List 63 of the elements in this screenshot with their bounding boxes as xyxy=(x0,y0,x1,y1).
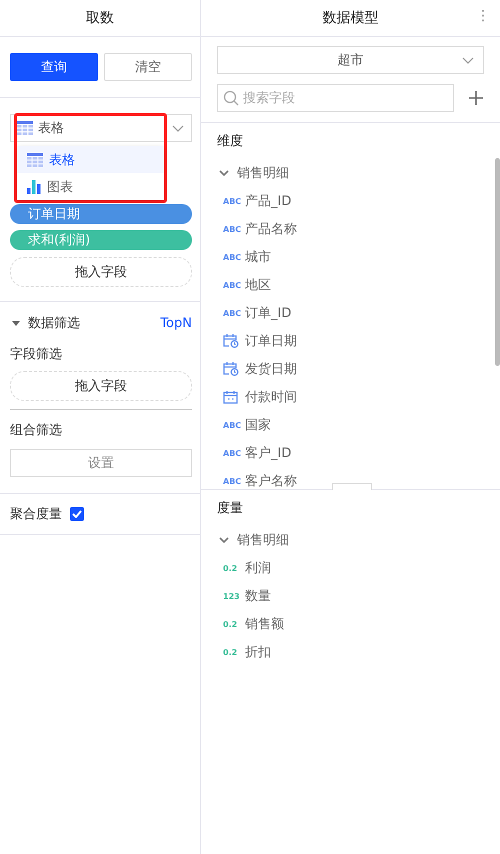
group-name[interactable]: 销售明细 xyxy=(237,531,289,549)
number-type-icon: 123 xyxy=(223,592,239,600)
section-title: 度量 xyxy=(216,500,244,518)
text-type-icon: ABC xyxy=(223,308,239,318)
drop-zone[interactable]: 拖入字段 xyxy=(10,257,192,287)
more-menu-button[interactable]: ⋮ xyxy=(476,8,490,24)
checkbox[interactable] xyxy=(70,507,84,521)
field-filter-label: 字段筛选 xyxy=(10,346,63,364)
section-title: 数据筛选 xyxy=(28,315,81,332)
search-field[interactable]: 搜索字段 xyxy=(217,84,454,112)
text-type-icon: ABC xyxy=(223,252,239,262)
text-type-icon: ABC xyxy=(223,476,239,486)
topn-link[interactable]: TopN xyxy=(160,316,192,330)
panel-title: 取数 xyxy=(0,0,200,37)
table-icon xyxy=(17,121,33,135)
field-pill[interactable]: 订单日期 xyxy=(10,204,192,224)
number-type-icon: 0.2 xyxy=(223,564,239,572)
field-name[interactable]: 数量 xyxy=(245,587,271,605)
text-type-icon: ABC xyxy=(223,448,239,458)
field-name[interactable]: 产品_ID xyxy=(245,192,292,210)
field-name[interactable]: 客户_ID xyxy=(245,444,292,462)
text-type-icon: ABC xyxy=(223,196,239,206)
calendar-clock-icon xyxy=(223,334,239,348)
text-type-icon: ABC xyxy=(223,224,239,234)
number-type-icon: 0.2 xyxy=(223,648,239,656)
number-type-icon: 0.2 xyxy=(223,620,239,628)
field-name[interactable]: 客户名称 xyxy=(245,472,297,489)
text-type-icon: ABC xyxy=(223,420,239,430)
chevron-down-icon[interactable] xyxy=(219,168,229,178)
field-name[interactable]: 地区 xyxy=(245,276,271,294)
field-name[interactable]: 城市 xyxy=(245,248,271,266)
chart-type-select[interactable]: 表格 xyxy=(10,114,192,142)
field-name[interactable]: 订单_ID xyxy=(245,304,292,322)
dropdown-option[interactable]: 表格 xyxy=(17,146,164,173)
calendar-clock-icon xyxy=(223,362,239,376)
field-name[interactable]: 利润 xyxy=(245,559,271,577)
query-button[interactable]: 查询 xyxy=(10,53,98,81)
group-name[interactable]: 销售明细 xyxy=(237,164,289,182)
model-select[interactable]: 超市 xyxy=(217,46,484,74)
clear-button[interactable]: 清空 xyxy=(104,53,192,81)
field-name[interactable]: 付款时间 xyxy=(245,388,297,406)
text-type-icon: ABC xyxy=(223,280,239,290)
field-name[interactable]: 国家 xyxy=(245,416,271,434)
panel-title: 数据模型 xyxy=(322,9,378,27)
setup-button[interactable]: 设置 xyxy=(10,449,192,477)
bar-chart-icon xyxy=(27,180,41,194)
aggregate-label: 聚合度量 xyxy=(10,506,62,523)
field-name[interactable]: 折扣 xyxy=(245,643,271,661)
resize-handle[interactable] xyxy=(332,483,372,490)
combo-filter-label: 组合筛选 xyxy=(10,422,63,440)
field-name[interactable]: 销售额 xyxy=(245,615,284,633)
field-name[interactable]: 订单日期 xyxy=(245,332,297,350)
collapse-triangle-icon[interactable] xyxy=(12,320,20,326)
section-title: 维度 xyxy=(216,133,244,151)
field-name[interactable]: 产品名称 xyxy=(245,220,297,238)
chevron-down-icon[interactable] xyxy=(219,535,229,545)
calendar-icon xyxy=(223,390,239,404)
field-name[interactable]: 发货日期 xyxy=(245,360,297,378)
scrollbar[interactable] xyxy=(495,158,500,366)
table-icon xyxy=(27,152,43,166)
dropdown-option[interactable]: 图表 xyxy=(17,173,164,200)
add-icon[interactable] xyxy=(468,90,484,106)
drop-zone[interactable]: 拖入字段 xyxy=(10,371,192,401)
